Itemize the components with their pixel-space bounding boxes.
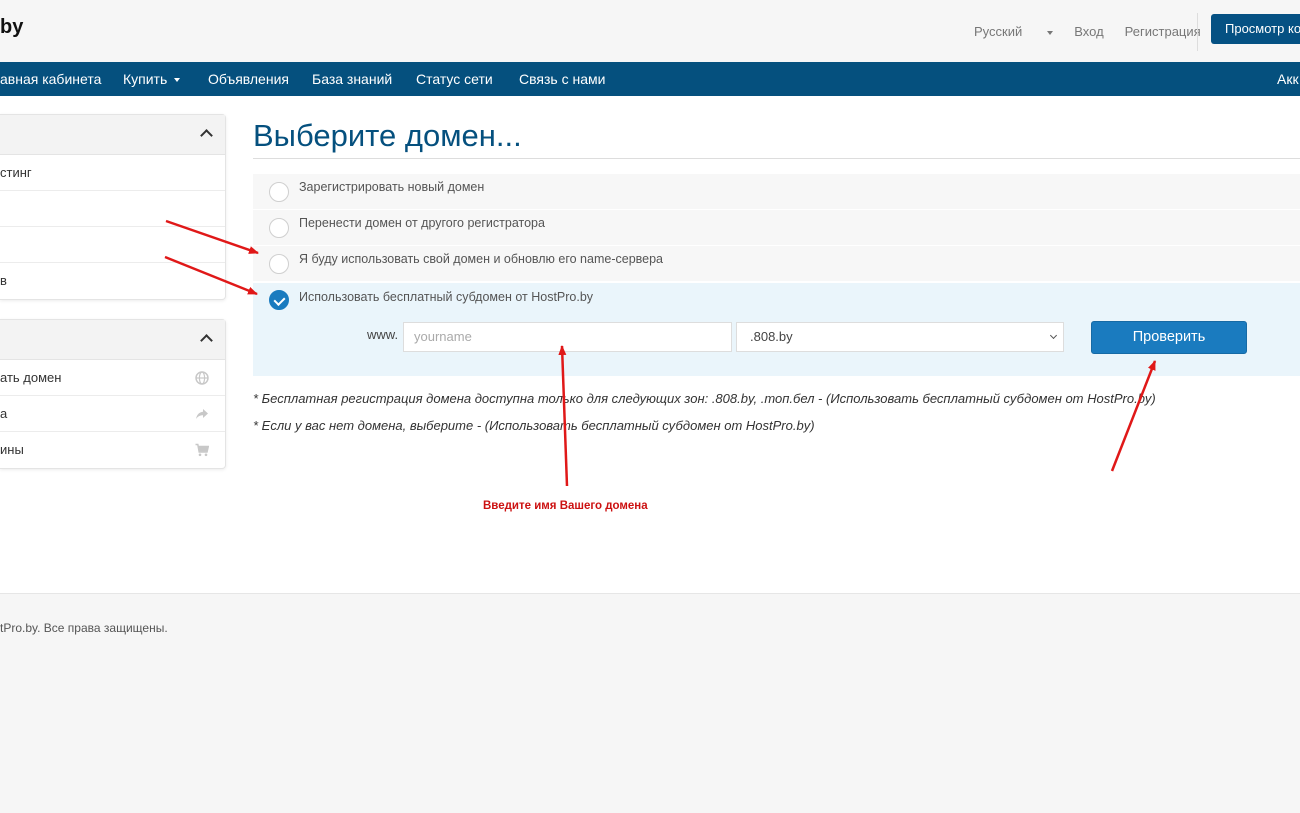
option-free-subdomain[interactable]: Использовать бесплатный субдомен от Host… [253,283,1300,376]
sidebar-item-register-domain[interactable]: ать домен [0,360,225,396]
language-selector[interactable]: Русский [974,24,1054,39]
nav-item-account[interactable]: Акк [1277,62,1299,96]
nav-item-buy[interactable]: Купить [123,62,181,96]
main-content: стинг в ать домен а ины Выберите домен..… [0,96,1300,593]
option-label: Я буду использовать свой домен и обновлю… [299,252,663,266]
sidebar-item-label: а [0,406,8,421]
note-free-zones: * Бесплатная регистрация домена доступна… [253,391,1156,406]
option-label: Использовать бесплатный субдомен от Host… [299,290,594,304]
www-prefix-label: www. [367,327,399,342]
sidebar-item-label: ины [0,442,24,457]
sidebar-item[interactable] [0,191,225,227]
sidebar-item-label: стинг [0,165,32,180]
option-transfer-domain[interactable]: Перенести домен от другого регистратора [253,210,1300,246]
chevron-down-icon [1049,331,1058,340]
option-label: Зарегистрировать новый домен [299,180,485,194]
nav-item-announcements[interactable]: Объявления [208,62,289,96]
option-register-new-domain[interactable]: Зарегистрировать новый домен [253,174,1300,210]
sidebar-item-label: ать домен [0,370,62,385]
sidebar-panel-categories: стинг в [0,114,226,300]
panel-header[interactable] [0,320,225,360]
sidebar-panel-actions: ать домен а ины [0,319,226,469]
sidebar-item[interactable]: в [0,263,225,299]
top-links: Русский Вход Регистрация [974,24,1222,39]
domain-name-input[interactable]: yourname [403,322,732,352]
top-bar: by Русский Вход Регистрация Просмотр ко [0,0,1300,62]
nav-item-network-status[interactable]: Статус сети [416,62,493,96]
view-cart-button[interactable]: Просмотр ко [1211,14,1300,44]
page-title: Выберите домен... [253,118,522,153]
divider [1197,13,1198,51]
nav-item-contact[interactable]: Связь с нами [519,62,605,96]
divider [253,158,1300,159]
cart-icon [195,443,210,457]
copyright-text: tPro.by. Все права защищены. [0,621,168,635]
panel-header[interactable] [0,115,225,155]
nav-item-knowledgebase[interactable]: База знаний [312,62,392,96]
chevron-up-icon[interactable] [200,129,213,142]
note-no-domain: * Если у вас нет домена, выберите - (Исп… [253,418,815,433]
annotation-text: Введите имя Вашего домена [483,500,648,512]
radio-button[interactable] [269,218,289,238]
sidebar-item[interactable]: стинг [0,155,225,191]
nav-item-buy-label: Купить [123,71,168,87]
radio-button-checked[interactable] [269,290,289,310]
zone-selected-value: .808.by [750,329,793,344]
main-nav: авная кабинета Купить Объявления База зн… [0,62,1300,96]
logo[interactable]: by [0,16,23,39]
radio-button[interactable] [269,254,289,274]
caret-down-icon [1047,30,1054,35]
domain-zone-select[interactable]: .808.by [736,322,1064,352]
radio-button[interactable] [269,182,289,202]
chevron-up-icon[interactable] [200,334,213,347]
option-label: Перенести домен от другого регистратора [299,216,545,230]
sidebar-item-label: в [0,273,7,288]
option-use-own-domain[interactable]: Я буду использовать свой домен и обновлю… [253,246,1300,282]
caret-down-icon [174,78,181,83]
login-link[interactable]: Вход [1074,24,1103,39]
sidebar-item-cart[interactable]: ины [0,432,225,468]
footer: tPro.by. Все права защищены. [0,593,1300,813]
sidebar-item[interactable] [0,227,225,263]
language-label: Русский [974,24,1023,39]
globe-icon [195,371,209,385]
check-domain-button[interactable]: Проверить [1091,321,1247,354]
nav-item-client-area[interactable]: авная кабинета [0,62,101,96]
register-link[interactable]: Регистрация [1125,24,1201,39]
sidebar-item-transfer-domain[interactable]: а [0,396,225,432]
share-arrow-icon [195,407,209,421]
